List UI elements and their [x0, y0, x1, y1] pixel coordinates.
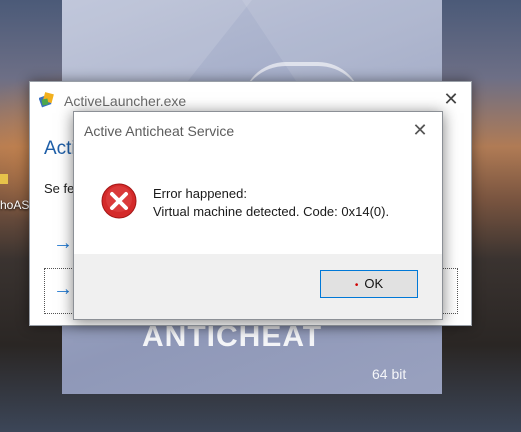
desktop-icon-label[interactable]: hoAS: [0, 198, 29, 212]
dialog-content: Error happened: Virtual machine detected…: [74, 148, 442, 254]
arrow-right-icon[interactable]: →: [52, 232, 74, 255]
dialog-titlebar[interactable]: Active Anticheat Service ✕: [74, 112, 442, 148]
error-icon: [101, 183, 137, 219]
error-message-detail: Virtual machine detected. Code: 0x14(0).: [153, 204, 390, 219]
dialog-close-button[interactable]: ✕: [406, 119, 434, 141]
launcher-close-button[interactable]: ✕: [437, 88, 465, 110]
dialog-title: Active Anticheat Service: [84, 123, 235, 139]
splash-bits-label: 64 bit: [372, 366, 407, 382]
folder-icon[interactable]: [0, 174, 8, 184]
focus-dot: •: [354, 280, 359, 291]
launcher-window-title: ActiveLauncher.exe: [64, 93, 187, 109]
launcher-app-icon: [39, 92, 54, 108]
error-dialog: Active Anticheat Service ✕ Error happene…: [73, 111, 443, 320]
ok-button[interactable]: • OK: [320, 270, 418, 298]
arrow-right-icon[interactable]: →: [52, 278, 74, 301]
launcher-heading: Acti: [44, 138, 76, 159]
launcher-body-text: Se fe: [44, 181, 75, 196]
error-message-title: Error happened:: [153, 186, 247, 201]
ok-button-label: OK: [364, 276, 384, 291]
